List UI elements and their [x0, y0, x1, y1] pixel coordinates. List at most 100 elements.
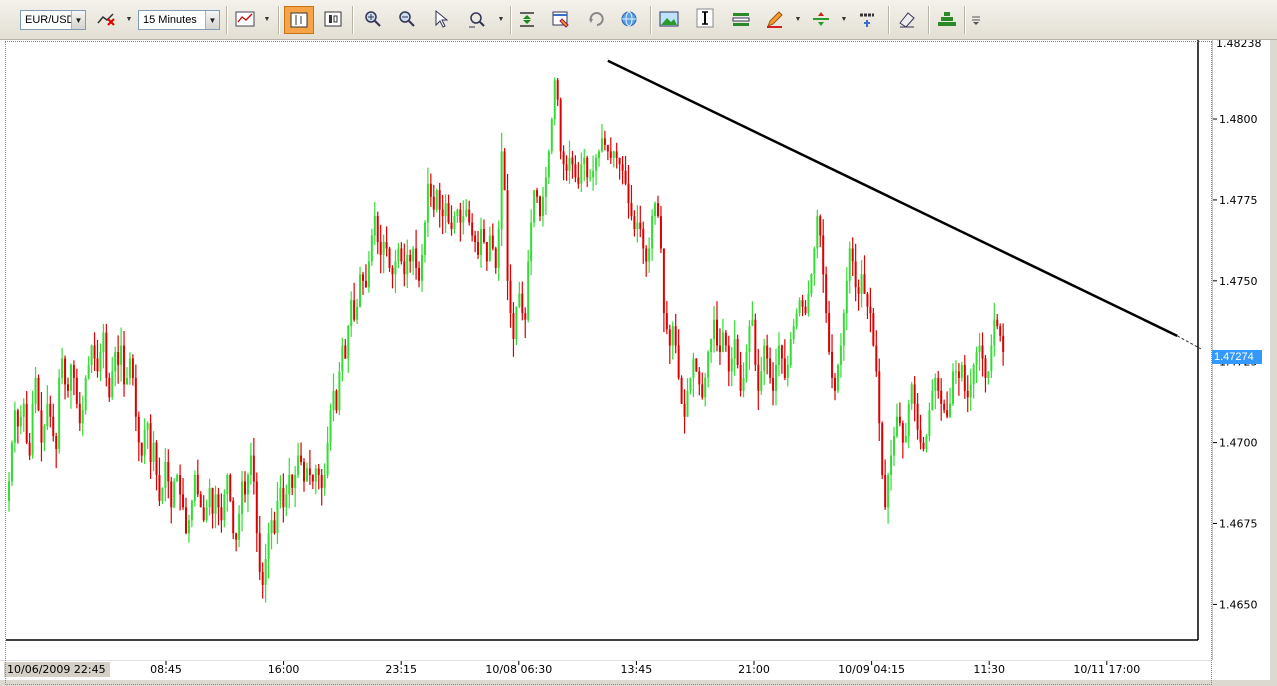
bar-view-button[interactable] [284, 6, 314, 34]
chart-type-button[interactable] [234, 8, 256, 30]
candle [949, 387, 952, 419]
candle [916, 393, 919, 440]
candle-body [22, 403, 25, 417]
candle-body [981, 345, 984, 359]
line-tool-button[interactable] [810, 8, 832, 30]
candle-body [347, 326, 350, 359]
chevron-down-icon[interactable]: ▼ [205, 11, 219, 29]
refresh-button[interactable] [586, 8, 608, 30]
indicator-remove-button[interactable] [96, 8, 118, 30]
candle-body [382, 241, 385, 255]
chevron-down-icon[interactable]: ▼ [839, 8, 849, 30]
chart-area[interactable] [0, 40, 1277, 686]
candle-body [819, 216, 822, 236]
candle-body [362, 274, 364, 281]
pyramid-icon [938, 12, 956, 26]
candle [668, 324, 671, 364]
auto-scroll-icon [520, 12, 534, 27]
candle [751, 301, 754, 327]
zoom-rect-button[interactable] [466, 8, 488, 30]
candle [524, 307, 527, 339]
candle [898, 402, 901, 427]
text-cursor-button[interactable] [694, 8, 716, 30]
candle-body [111, 371, 114, 398]
candle-body [686, 390, 689, 417]
candle-body [530, 222, 533, 262]
candle-view-button[interactable] [322, 8, 344, 30]
properties-button[interactable] [550, 8, 572, 30]
candle [1002, 323, 1005, 366]
candlestick-chart[interactable] [0, 40, 1277, 686]
candle-body [692, 358, 695, 378]
candle-body [249, 455, 252, 475]
image-icon [659, 11, 679, 27]
candle [261, 562, 264, 599]
candle-body [816, 216, 819, 249]
candle [984, 354, 987, 393]
candle-body [126, 377, 128, 385]
candle-body [760, 371, 763, 391]
auto-scroll-button[interactable] [516, 8, 538, 30]
more-button[interactable] [970, 8, 982, 30]
list-button[interactable] [730, 8, 752, 30]
timeframe-value: 15 Minutes [143, 14, 197, 26]
cursor-button[interactable] [430, 8, 452, 30]
chevron-down-icon[interactable]: ▼ [71, 11, 85, 29]
candle [267, 522, 270, 579]
pyramid-button[interactable] [936, 8, 958, 30]
chevron-down-icon[interactable]: ▼ [124, 8, 134, 30]
candle-body [67, 384, 69, 391]
candle [338, 362, 341, 416]
candle-body [860, 274, 863, 294]
candle [388, 246, 391, 272]
candle-body [630, 203, 633, 217]
candle [117, 335, 120, 384]
timeframe-select[interactable]: 15 Minutes ▼ [138, 10, 220, 30]
candle [300, 442, 303, 466]
candle [238, 505, 241, 548]
eraser-button[interactable] [896, 8, 918, 30]
candle-body [810, 274, 813, 294]
candle-body [152, 442, 155, 463]
pencil-button[interactable] [764, 8, 786, 30]
candle [527, 249, 530, 323]
candle-body [742, 377, 745, 391]
candle [28, 432, 31, 461]
candle-body [651, 216, 654, 249]
candle [364, 264, 367, 288]
zoom-in-button[interactable] [362, 8, 384, 30]
candle [848, 241, 851, 294]
chevron-down-icon[interactable]: ▼ [262, 8, 272, 30]
vertical-scrollbar[interactable] [1270, 40, 1277, 686]
candle-body [831, 352, 834, 378]
chevron-down-icon[interactable]: ▼ [793, 8, 803, 30]
candle [190, 499, 193, 528]
candle [482, 219, 485, 244]
candle [385, 226, 388, 257]
candle [55, 432, 58, 469]
candle-body [120, 345, 123, 365]
zoom-out-button[interactable] [396, 8, 418, 30]
candle [972, 363, 975, 399]
candle-body [353, 300, 356, 320]
time-tick-label: 10/08 06:30 [485, 663, 552, 676]
candle-body [379, 241, 382, 255]
symbol-select[interactable]: EUR/USD ▼ [20, 10, 86, 30]
candle [627, 164, 630, 219]
candle [43, 424, 46, 452]
image-button[interactable] [658, 8, 680, 30]
trendline-layer[interactable] [607, 59, 1202, 350]
resistance-trendline[interactable] [607, 59, 1178, 337]
globe-button[interactable] [618, 8, 640, 30]
candle [630, 185, 633, 221]
candle [450, 205, 453, 236]
horizontal-scrollbar[interactable] [0, 680, 1277, 686]
candle [825, 266, 828, 323]
abc-text-button[interactable] [856, 8, 878, 30]
candle-body [447, 203, 450, 223]
candle [409, 249, 412, 273]
candle [335, 389, 338, 414]
candle-body [140, 442, 143, 456]
chevron-down-icon[interactable]: ▼ [496, 8, 506, 30]
candle [621, 155, 624, 185]
